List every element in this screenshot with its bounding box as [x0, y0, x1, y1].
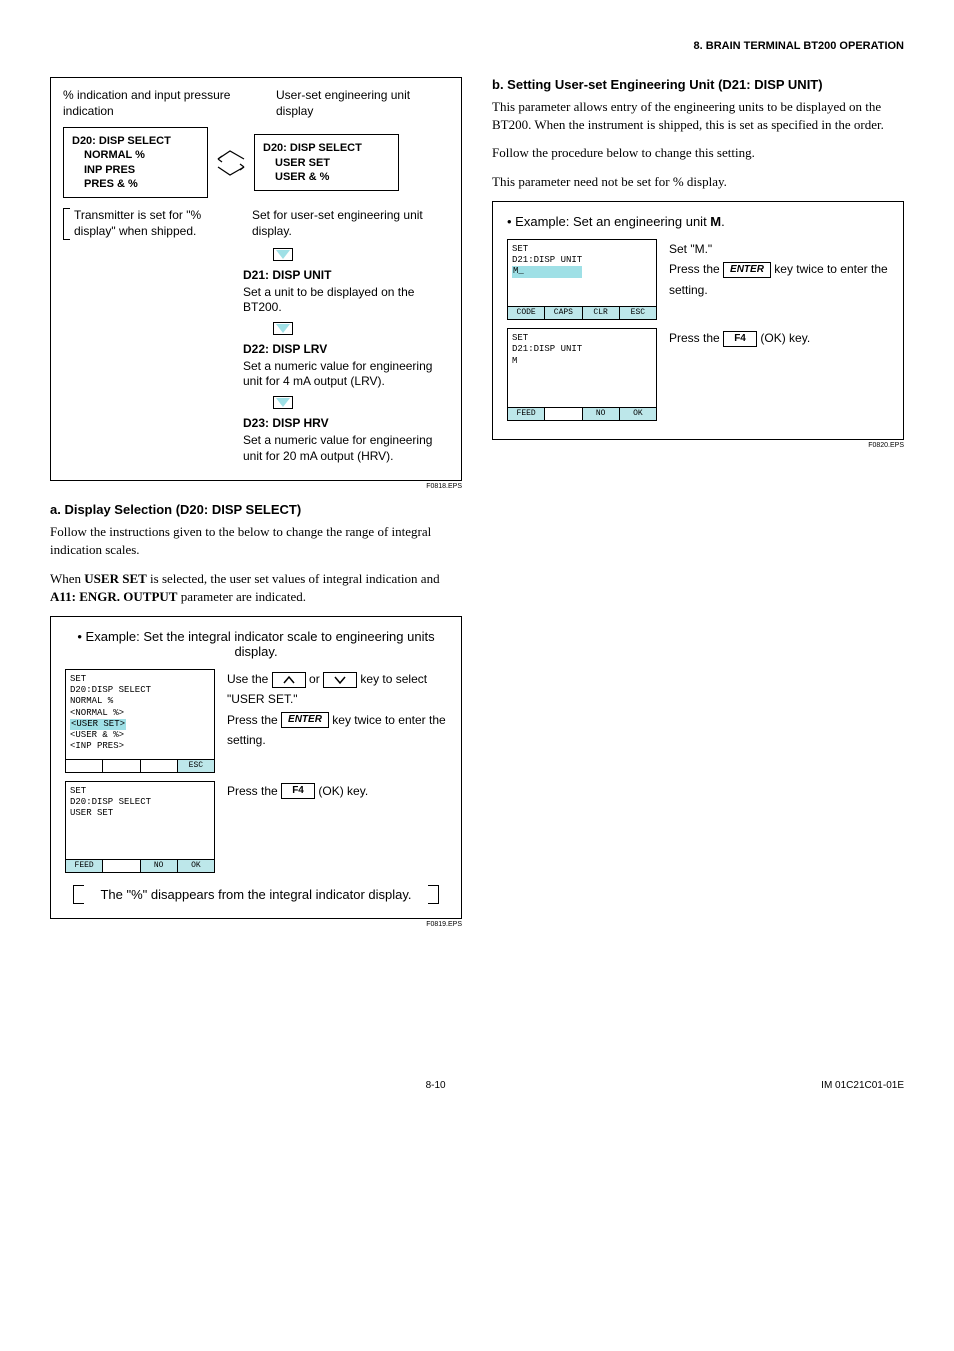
example-b-box: • Example: Set an engineering unit M. SE… — [492, 201, 904, 440]
section-b-para2: Follow the procedure below to change thi… — [492, 144, 904, 162]
diag-label-left: % indication and input pressure indicati… — [63, 88, 236, 119]
screen-d20-right: D20: DISP SELECT USER SET USER & % — [254, 134, 399, 191]
section-a-heading: a. Display Selection (D20: DISP SELECT) — [50, 502, 462, 517]
example-a-desc1: Use the or key to select "USER SET." Pre… — [227, 669, 447, 773]
eps-label: F0818.EPS — [50, 483, 462, 490]
bt-panel-b2: SET D21:DISP UNIT M FEED NO OK — [507, 328, 657, 421]
example-b-title: • Example: Set an engineering unit M. — [507, 214, 889, 229]
chapter-header: 8. BRAIN TERMINAL BT200 OPERATION — [50, 40, 904, 52]
diag-label-right: User-set engineering unit display — [276, 88, 449, 119]
f4-key: F4 — [723, 331, 757, 347]
enter-key: ENTER — [281, 712, 329, 728]
example-a-title: • Example: Set the integral indicator sc… — [65, 629, 447, 659]
section-a-para2: When USER SET is selected, the user set … — [50, 570, 462, 606]
flow-diagram: % indication and input pressure indicati… — [50, 77, 462, 481]
screen-d20-left: D20: DISP SELECT NORMAL % INP PRES PRES … — [63, 127, 208, 198]
step-d21-desc: Set a unit to be displayed on the BT200. — [243, 285, 449, 316]
down-arrow-icon — [273, 248, 293, 261]
example-a-desc2: Press the F4 (OK) key. — [227, 781, 447, 874]
example-b-desc1: Set "M." Press the ENTER key twice to en… — [669, 239, 889, 320]
step-d21-title: D21: DISP UNIT — [243, 268, 449, 282]
step-d22-desc: Set a numeric value for engineering unit… — [243, 359, 449, 390]
bt-panel-a1: SET D20:DISP SELECT NORMAL % <NORMAL %> … — [65, 669, 215, 773]
section-a-para1: Follow the instructions given to the bel… — [50, 523, 462, 559]
down-key-icon — [323, 672, 357, 688]
bidirectional-arrow-icon — [216, 149, 246, 177]
userset-note: Set for user-set engineering unit displa… — [252, 208, 449, 239]
example-a-box: • Example: Set the integral indicator sc… — [50, 616, 462, 919]
bt-panel-a2: SET D20:DISP SELECT USER SET FEED NO OK — [65, 781, 215, 874]
example-b-desc2: Press the F4 (OK) key. — [669, 328, 889, 421]
section-b-para3: This parameter need not be set for % dis… — [492, 173, 904, 191]
shipped-note: Transmitter is set for "% display" when … — [63, 208, 208, 239]
step-d23-title: D23: DISP HRV — [243, 416, 449, 430]
up-key-icon — [272, 672, 306, 688]
bt-panel-b1: SET D21:DISP UNIT M_ CODE CAPS CLR ESC — [507, 239, 657, 320]
eps-label: F0819.EPS — [50, 921, 462, 928]
step-d22-title: D22: DISP LRV — [243, 342, 449, 356]
down-arrow-icon — [273, 322, 293, 335]
page-footer: 8-10 IM 01C21C01-01E — [50, 1080, 904, 1091]
page-number: 8-10 — [426, 1080, 446, 1091]
step-d23-desc: Set a numeric value for engineering unit… — [243, 433, 449, 464]
doc-id: IM 01C21C01-01E — [821, 1080, 904, 1091]
example-a-footnote: The "%" disappears from the integral ind… — [65, 881, 447, 908]
right-column: b. Setting User-set Engineering Unit (D2… — [492, 77, 904, 940]
left-column: % indication and input pressure indicati… — [50, 77, 462, 940]
enter-key: ENTER — [723, 262, 771, 278]
section-b-heading: b. Setting User-set Engineering Unit (D2… — [492, 77, 904, 92]
down-arrow-icon — [273, 396, 293, 409]
eps-label: F0820.EPS — [492, 442, 904, 449]
section-b-para1: This parameter allows entry of the engin… — [492, 98, 904, 134]
f4-key: F4 — [281, 783, 315, 799]
